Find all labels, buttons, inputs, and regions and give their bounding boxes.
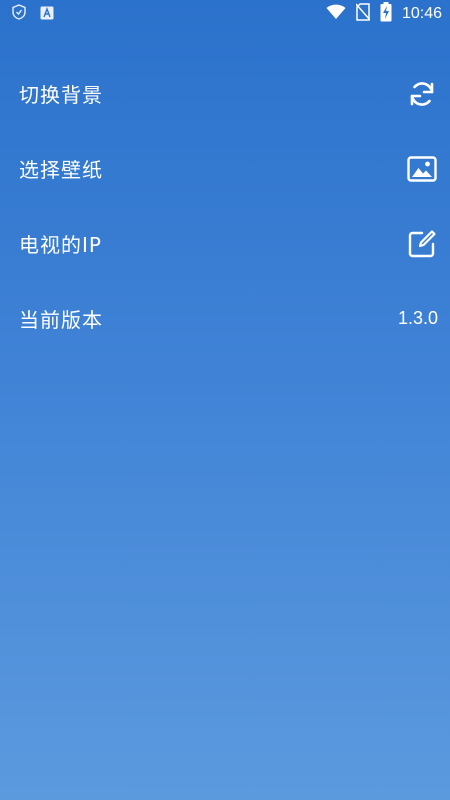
select-wallpaper-label: 选择壁纸 — [19, 158, 103, 182]
clock: 10:46 — [401, 5, 442, 22]
tv-ip-label: 电视的IP — [19, 233, 102, 257]
settings-list: 切换背景 选择壁纸 电视的IP 当前版本 1.3.0 — [0, 56, 450, 356]
version-number: 1.3.0 — [397, 308, 438, 328]
edit-icon[interactable] — [406, 228, 438, 260]
no-sim-icon — [355, 3, 371, 25]
shield-icon — [12, 4, 26, 24]
wifi-icon — [326, 4, 346, 24]
system-icons: 10:46 — [326, 2, 442, 26]
current-version-item: 当前版本 1.3.0 — [0, 281, 450, 356]
switch-background-label: 切换背景 — [19, 83, 103, 107]
a-icon — [40, 5, 54, 24]
select-wallpaper-item[interactable]: 选择壁纸 — [0, 131, 450, 206]
image-icon[interactable] — [406, 153, 438, 185]
battery-charging-icon — [380, 2, 392, 26]
refresh-icon[interactable] — [406, 78, 438, 110]
switch-background-item[interactable]: 切换背景 — [0, 56, 450, 131]
notification-icons — [12, 4, 54, 24]
status-bar: 10:46 — [0, 0, 450, 28]
tv-ip-item[interactable]: 电视的IP — [0, 206, 450, 281]
current-version-label: 当前版本 — [19, 308, 103, 332]
